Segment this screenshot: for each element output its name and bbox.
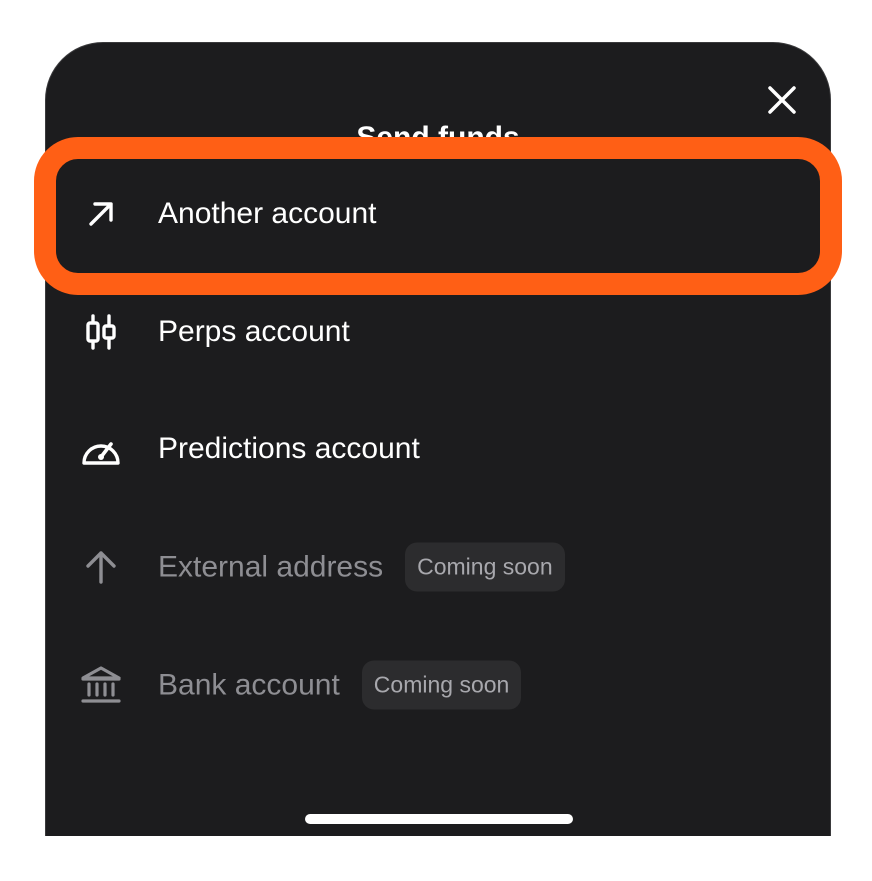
option-bank-account[interactable]: Bank account Coming soon: [45, 631, 831, 739]
option-label-wrap: External address Coming soon: [158, 542, 565, 592]
coming-soon-badge: Coming soon: [361, 660, 522, 710]
option-predictions-account[interactable]: Predictions account: [45, 395, 831, 503]
bank-icon: [79, 663, 123, 707]
option-label: External address: [158, 550, 384, 583]
option-perps-account[interactable]: Perps account: [45, 278, 831, 386]
candlestick-icon: [79, 310, 123, 354]
gauge-icon: [79, 427, 123, 471]
option-label-wrap: Bank account Coming soon: [158, 660, 522, 710]
option-external-address[interactable]: External address Coming soon: [45, 513, 831, 621]
home-indicator: [305, 814, 573, 824]
option-label: Another account: [158, 197, 377, 230]
arrow-up-icon: [79, 545, 123, 589]
option-label: Bank account: [158, 668, 340, 701]
arrow-up-right-icon: [79, 192, 123, 236]
option-another-account[interactable]: Another account: [45, 160, 831, 268]
close-icon[interactable]: [764, 82, 800, 118]
option-label: Predictions account: [158, 432, 420, 465]
coming-soon-badge: Coming soon: [405, 542, 565, 592]
option-label: Perps account: [158, 315, 350, 348]
